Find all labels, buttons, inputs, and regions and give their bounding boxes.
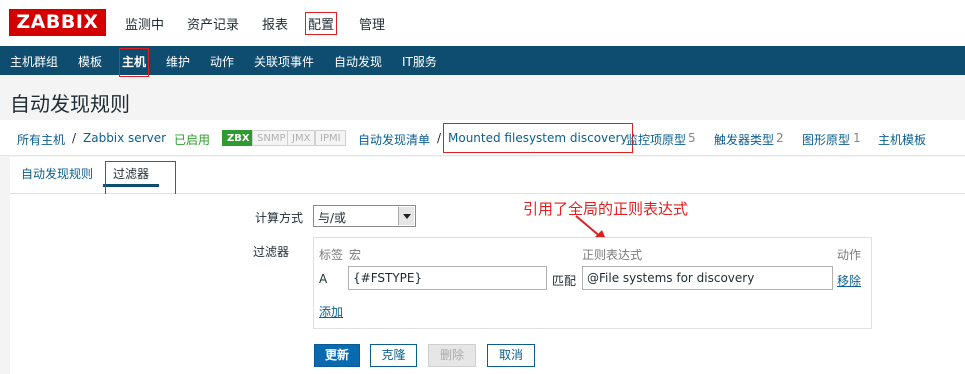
sub-nav-maintenance[interactable]: 维护 [166,53,190,70]
filter-form: 计算方式 与/或 引用了全局的正则表达式 过滤器 标签 宏 正则表达式 动作 A… [10,194,965,374]
page-title: 自动发现规则 [10,92,130,116]
breadcrumb-current-rule[interactable]: Mounted filesystem discovery [443,123,633,153]
sub-nav: 主机群组 模板 主机 维护 动作 关联项事件 自动发现 IT服务 [0,46,965,77]
highlight-box [105,161,176,195]
tab-item-prototypes[interactable]: 监控项原型 [626,131,686,148]
tab-discovery-rule[interactable]: 自动发现规则 [21,165,93,182]
sub-nav-templates[interactable]: 模板 [78,53,102,70]
filter-table: 标签 宏 正则表达式 动作 A {#FSTYPE} 匹配 @File syste… [313,237,872,329]
calc-label: 计算方式 [255,211,304,225]
trigger-prototypes-count: 2 [776,131,784,145]
tab-graph-prototypes[interactable]: 图形原型 [802,131,850,148]
remove-link[interactable]: 移除 [837,272,861,289]
regex-input[interactable]: @File systems for discovery [582,266,833,290]
breadcrumb-host[interactable]: Zabbix server [83,131,166,145]
sub-nav-host-groups[interactable]: 主机群组 [10,53,58,70]
badge-zbx: ZBX [222,130,255,146]
header-macro: 宏 [349,248,362,262]
tab-trigger-prototypes[interactable]: 触发器类型 [714,131,774,148]
breadcrumb-separator: / [437,131,442,145]
breadcrumb-separator: / [72,131,77,145]
cancel-button[interactable]: 取消 [487,344,535,367]
delete-button[interactable]: 删除 [428,344,476,367]
calc-select-value: 与/或 [318,211,347,225]
sub-nav-discovery[interactable]: 自动发现 [334,53,382,70]
top-nav-reports[interactable]: 报表 [262,14,288,33]
header-action: 动作 [837,248,862,262]
graph-prototypes-count: 1 [853,131,861,145]
badge-jmx: JMX [287,130,316,146]
badge-snmp: SNMP [252,130,291,146]
add-link[interactable]: 添加 [319,303,343,320]
calc-select[interactable]: 与/或 [313,205,416,227]
sub-nav-actions[interactable]: 动作 [210,53,234,70]
chevron-down-icon[interactable] [398,207,414,225]
top-nav-configuration[interactable]: 配置 [305,12,338,35]
tab-host-prototypes[interactable]: 主机模板 [878,131,926,148]
sub-nav-hosts[interactable]: 主机 [119,48,150,77]
zabbix-logo[interactable]: ZABBIX [9,9,106,36]
filter-label: 过滤器 [253,245,290,259]
row-label: A [319,272,328,286]
macro-input[interactable]: {#FSTYPE} [348,266,547,290]
breadcrumb: 所有主机 / Zabbix server 已启用 ZBX SNMP JMX IP… [0,120,965,156]
operator-label: 匹配 [552,274,577,288]
sub-nav-it-services[interactable]: IT服务 [402,53,437,70]
sub-nav-correlation[interactable]: 关联项事件 [254,53,314,70]
top-nav-inventory[interactable]: 资产记录 [187,14,239,33]
badge-ipmi: IPMI [315,130,346,146]
header-regex: 正则表达式 [582,248,643,262]
top-bar: ZABBIX 监测中 资产记录 报表 配置 管理 [0,0,965,46]
top-nav-monitoring[interactable]: 监测中 [125,14,164,33]
header-label: 标签 [319,248,344,262]
form-tabs: 自动发现规则 过滤器 [10,157,965,195]
top-nav-administration[interactable]: 管理 [359,14,385,33]
item-prototypes-count: 5 [688,131,696,145]
breadcrumb-all-hosts[interactable]: 所有主机 [17,131,65,148]
host-status-enabled[interactable]: 已启用 [174,131,210,148]
clone-button[interactable]: 克隆 [370,344,417,367]
update-button[interactable]: 更新 [314,344,360,367]
breadcrumb-discovery-list[interactable]: 自动发现清单 [358,131,430,148]
